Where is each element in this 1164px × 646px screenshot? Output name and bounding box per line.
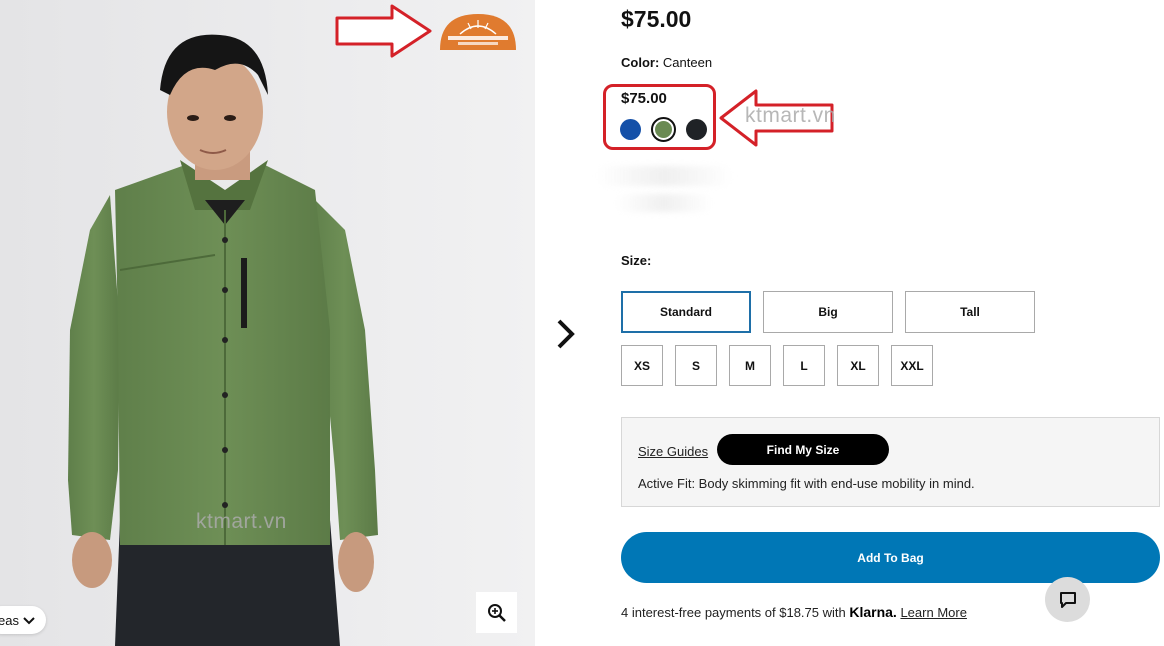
color-selection-text: Color: Canteen [621, 55, 712, 70]
fit-tall-button[interactable]: Tall [905, 291, 1035, 333]
color-label: Color: [621, 55, 660, 70]
color-swatch-blue[interactable] [620, 119, 641, 140]
klarna-text: 4 interest-free payments of $18.75 with [621, 605, 846, 620]
klarna-logo: Klarna. [849, 604, 897, 620]
size-label: Size: [621, 253, 652, 268]
product-image-gallery[interactable]: ktmart.vn eas [0, 0, 535, 646]
ideas-dropdown[interactable]: eas [0, 606, 46, 634]
size-xs-button[interactable]: XS [621, 345, 663, 386]
size-m-button[interactable]: M [729, 345, 771, 386]
zoom-button[interactable] [476, 592, 517, 633]
add-to-bag-button[interactable]: Add To Bag [621, 532, 1160, 583]
next-image-button[interactable] [553, 318, 579, 350]
product-photo [0, 0, 535, 646]
faded-element [616, 194, 712, 212]
watermark: ktmart.vn [745, 104, 836, 127]
chevron-down-icon [23, 613, 35, 628]
size-options: XS S M L XL XXL [621, 345, 933, 386]
swatch-price: $75.00 [621, 90, 667, 107]
klarna-payment-info: 4 interest-free payments of $18.75 with … [621, 604, 967, 620]
size-l-button[interactable]: L [783, 345, 825, 386]
product-price: $75.00 [621, 6, 692, 32]
faded-element [596, 166, 734, 186]
chevron-right-icon [557, 319, 575, 349]
size-guides-link[interactable]: Size Guides [638, 444, 708, 459]
chat-icon [1059, 591, 1076, 608]
zoom-in-icon [487, 603, 506, 622]
ideas-label: eas [0, 612, 19, 628]
color-swatches [620, 117, 707, 142]
color-swatch-black[interactable] [686, 119, 707, 140]
size-xl-button[interactable]: XL [837, 345, 879, 386]
annotation-arrow-icon [335, 4, 432, 58]
fit-big-button[interactable]: Big [763, 291, 893, 333]
omni-shade-badge [440, 14, 516, 50]
size-s-button[interactable]: S [675, 345, 717, 386]
find-my-size-button[interactable]: Find My Size [717, 434, 889, 465]
chat-button[interactable] [1045, 577, 1090, 622]
size-guide-panel: Size Guides Find My Size Active Fit: Bod… [621, 417, 1160, 507]
fit-standard-button[interactable]: Standard [621, 291, 751, 333]
fit-description: Active Fit: Body skimming fit with end-u… [638, 476, 975, 491]
fit-options: Standard Big Tall [621, 291, 1035, 333]
learn-more-link[interactable]: Learn More [900, 605, 966, 620]
size-xxl-button[interactable]: XXL [891, 345, 933, 386]
color-swatch-canteen[interactable] [651, 117, 676, 142]
color-value: Canteen [662, 55, 713, 70]
watermark: ktmart.vn [196, 510, 287, 533]
